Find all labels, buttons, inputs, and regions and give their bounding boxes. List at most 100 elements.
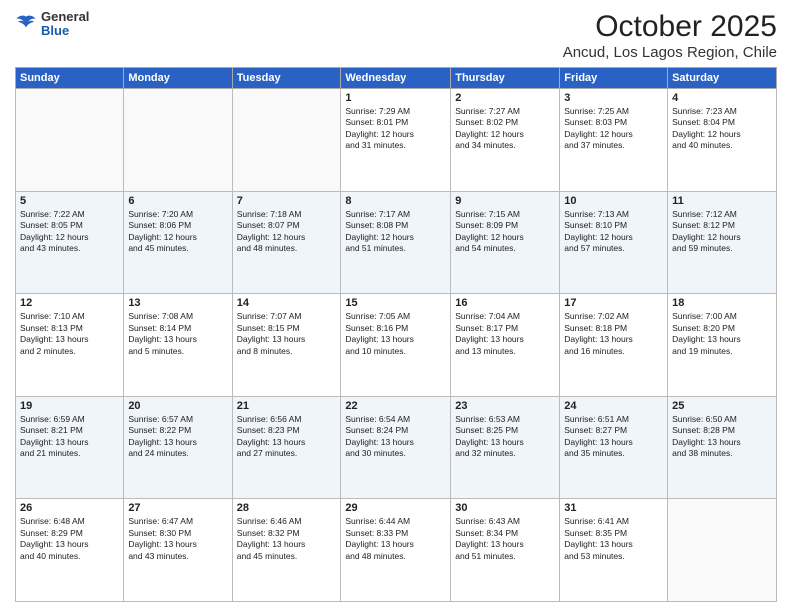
- calendar-weekday-thursday: Thursday: [451, 68, 560, 89]
- calendar-cell: 12 Sunrise: 7:10 AMSunset: 8:13 PMDayligh…: [16, 294, 124, 397]
- calendar: SundayMondayTuesdayWednesdayThursdayFrid…: [15, 67, 777, 602]
- cell-info: Sunrise: 6:56 AMSunset: 8:23 PMDaylight:…: [237, 414, 337, 460]
- calendar-cell: 24 Sunrise: 6:51 AMSunset: 8:27 PMDayligh…: [560, 396, 668, 499]
- location-subtitle: Ancud, Los Lagos Region, Chile: [563, 44, 777, 61]
- logo-bird-icon: [15, 13, 37, 35]
- calendar-weekday-monday: Monday: [124, 68, 232, 89]
- calendar-cell: 14Sunrise: 7:07 AMSunset: 8:15 PMDayligh…: [232, 294, 341, 397]
- day-number: 17: [564, 297, 663, 309]
- cell-info: Sunrise: 7:15 AMSunset: 8:09 PMDaylight:…: [455, 209, 555, 255]
- day-number: 30: [455, 502, 555, 514]
- day-number: 31: [564, 502, 663, 514]
- cell-info: Sunrise: 6:44 AMSunset: 8:33 PMDaylight:…: [345, 516, 446, 562]
- title-block: October 2025 Ancud, Los Lagos Region, Ch…: [563, 10, 777, 61]
- day-number: 10: [564, 195, 663, 207]
- cell-info: Sunrise: 7:18 AMSunset: 8:07 PMDaylight:…: [237, 209, 337, 255]
- calendar-cell: 6 Sunrise: 7:20 AMSunset: 8:06 PMDaylight…: [124, 191, 232, 294]
- day-number: 23: [455, 400, 555, 412]
- day-number: 19: [20, 400, 119, 412]
- cell-info: Sunrise: 7:22 AMSunset: 8:05 PMDaylight:…: [20, 209, 119, 255]
- calendar-cell: 4 Sunrise: 7:23 AMSunset: 8:04 PMDaylight…: [668, 89, 777, 192]
- calendar-cell: 11 Sunrise: 7:12 AMSunset: 8:12 PMDayligh…: [668, 191, 777, 294]
- cell-info: Sunrise: 7:00 AMSunset: 8:20 PMDaylight:…: [672, 311, 772, 357]
- day-number: 21: [237, 400, 337, 412]
- cell-info: Sunrise: 6:51 AMSunset: 8:27 PMDaylight:…: [564, 414, 663, 460]
- day-number: 9: [455, 195, 555, 207]
- calendar-cell: 17 Sunrise: 7:02 AMSunset: 8:18 PMDayligh…: [560, 294, 668, 397]
- day-number: 11: [672, 195, 772, 207]
- calendar-cell: 7 Sunrise: 7:18 AMSunset: 8:07 PMDaylight…: [232, 191, 341, 294]
- calendar-cell: 3Sunrise: 7:25 AMSunset: 8:03 PMDaylight…: [560, 89, 668, 192]
- calendar-cell: 25 Sunrise: 6:50 AMSunset: 8:28 PMDayligh…: [668, 396, 777, 499]
- cell-info: Sunrise: 6:41 AMSunset: 8:35 PMDaylight:…: [564, 516, 663, 562]
- calendar-weekday-friday: Friday: [560, 68, 668, 89]
- calendar-cell: 28 Sunrise: 6:46 AMSunset: 8:32 PMDayligh…: [232, 499, 341, 602]
- day-number: 16: [455, 297, 555, 309]
- calendar-cell: 29 Sunrise: 6:44 AMSunset: 8:33 PMDayligh…: [341, 499, 451, 602]
- day-number: 15: [345, 297, 446, 309]
- cell-info: Sunrise: 7:23 AMSunset: 8:04 PMDaylight:…: [672, 106, 772, 152]
- cell-info: Sunrise: 6:57 AMSunset: 8:22 PMDaylight:…: [128, 414, 227, 460]
- day-number: 12: [20, 297, 119, 309]
- header: General Blue October 2025 Ancud, Los Lag…: [15, 10, 777, 61]
- cell-info: Sunrise: 7:05 AMSunset: 8:16 PMDaylight:…: [345, 311, 446, 357]
- calendar-row: 5 Sunrise: 7:22 AMSunset: 8:05 PMDaylight…: [16, 191, 777, 294]
- logo: General Blue: [15, 10, 89, 39]
- calendar-cell: 18 Sunrise: 7:00 AMSunset: 8:20 PMDayligh…: [668, 294, 777, 397]
- day-number: 24: [564, 400, 663, 412]
- cell-info: Sunrise: 7:08 AMSunset: 8:14 PMDaylight:…: [128, 311, 227, 357]
- day-number: 6: [128, 195, 227, 207]
- day-number: 20: [128, 400, 227, 412]
- calendar-cell: 2 Sunrise: 7:27 AMSunset: 8:02 PMDaylight…: [451, 89, 560, 192]
- cell-info: Sunrise: 7:07 AMSunset: 8:15 PMDaylight:…: [237, 311, 337, 357]
- day-number: 29: [345, 502, 446, 514]
- day-number: 25: [672, 400, 772, 412]
- day-number: 18: [672, 297, 772, 309]
- calendar-cell: 26 Sunrise: 6:48 AMSunset: 8:29 PMDayligh…: [16, 499, 124, 602]
- day-number: 2: [455, 92, 555, 104]
- cell-info: Sunrise: 7:10 AMSunset: 8:13 PMDaylight:…: [20, 311, 119, 357]
- day-number: 7: [237, 195, 337, 207]
- calendar-cell: 23Sunrise: 6:53 AMSunset: 8:25 PMDayligh…: [451, 396, 560, 499]
- cell-info: Sunrise: 7:12 AMSunset: 8:12 PMDaylight:…: [672, 209, 772, 255]
- calendar-cell: [668, 499, 777, 602]
- cell-info: Sunrise: 7:02 AMSunset: 8:18 PMDaylight:…: [564, 311, 663, 357]
- calendar-header-row: SundayMondayTuesdayWednesdayThursdayFrid…: [16, 68, 777, 89]
- day-number: 3: [564, 92, 663, 104]
- cell-info: Sunrise: 7:20 AMSunset: 8:06 PMDaylight:…: [128, 209, 227, 255]
- page: General Blue October 2025 Ancud, Los Lag…: [0, 0, 792, 612]
- cell-info: Sunrise: 6:46 AMSunset: 8:32 PMDaylight:…: [237, 516, 337, 562]
- calendar-weekday-tuesday: Tuesday: [232, 68, 341, 89]
- day-number: 5: [20, 195, 119, 207]
- cell-info: Sunrise: 7:04 AMSunset: 8:17 PMDaylight:…: [455, 311, 555, 357]
- calendar-row: 26 Sunrise: 6:48 AMSunset: 8:29 PMDayligh…: [16, 499, 777, 602]
- calendar-cell: 19Sunrise: 6:59 AMSunset: 8:21 PMDayligh…: [16, 396, 124, 499]
- day-number: 22: [345, 400, 446, 412]
- calendar-cell: 27 Sunrise: 6:47 AMSunset: 8:30 PMDayligh…: [124, 499, 232, 602]
- calendar-cell: 13 Sunrise: 7:08 AMSunset: 8:14 PMDayligh…: [124, 294, 232, 397]
- logo-blue: Blue: [41, 24, 89, 38]
- cell-info: Sunrise: 7:27 AMSunset: 8:02 PMDaylight:…: [455, 106, 555, 152]
- day-number: 4: [672, 92, 772, 104]
- calendar-row: 19Sunrise: 6:59 AMSunset: 8:21 PMDayligh…: [16, 396, 777, 499]
- calendar-weekday-sunday: Sunday: [16, 68, 124, 89]
- cell-info: Sunrise: 6:54 AMSunset: 8:24 PMDaylight:…: [345, 414, 446, 460]
- calendar-weekday-wednesday: Wednesday: [341, 68, 451, 89]
- day-number: 27: [128, 502, 227, 514]
- calendar-cell: [232, 89, 341, 192]
- cell-info: Sunrise: 7:13 AMSunset: 8:10 PMDaylight:…: [564, 209, 663, 255]
- day-number: 13: [128, 297, 227, 309]
- calendar-cell: 16 Sunrise: 7:04 AMSunset: 8:17 PMDayligh…: [451, 294, 560, 397]
- cell-info: Sunrise: 6:43 AMSunset: 8:34 PMDaylight:…: [455, 516, 555, 562]
- calendar-cell: [16, 89, 124, 192]
- day-number: 28: [237, 502, 337, 514]
- calendar-cell: 20 Sunrise: 6:57 AMSunset: 8:22 PMDayligh…: [124, 396, 232, 499]
- cell-info: Sunrise: 6:47 AMSunset: 8:30 PMDaylight:…: [128, 516, 227, 562]
- day-number: 1: [345, 92, 446, 104]
- cell-info: Sunrise: 6:50 AMSunset: 8:28 PMDaylight:…: [672, 414, 772, 460]
- calendar-cell: 1Sunrise: 7:29 AMSunset: 8:01 PMDaylight…: [341, 89, 451, 192]
- calendar-cell: 31 Sunrise: 6:41 AMSunset: 8:35 PMDayligh…: [560, 499, 668, 602]
- day-number: 26: [20, 502, 119, 514]
- logo-general: General: [41, 10, 89, 24]
- cell-info: Sunrise: 6:48 AMSunset: 8:29 PMDaylight:…: [20, 516, 119, 562]
